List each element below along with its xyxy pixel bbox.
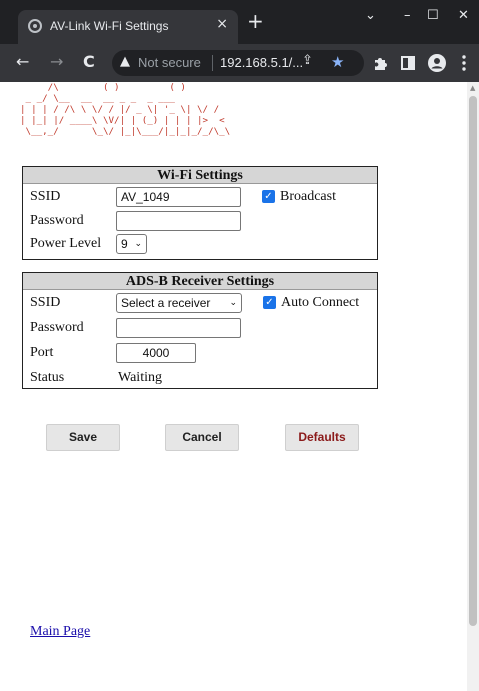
back-icon[interactable]: ← xyxy=(16,53,29,71)
browser-tab[interactable]: AV-Link Wi-Fi Settings × xyxy=(18,10,238,44)
power-level-label: Power Level xyxy=(30,236,102,251)
browser-toolbar: ← → C ▲ Not secure 192.168.5.1/... ⇪ ★ xyxy=(0,44,479,82)
browser-titlebar: AV-Link Wi-Fi Settings × + ⌄ – ☐ ✕ xyxy=(0,0,479,44)
adsb-password-row: Password xyxy=(23,317,377,339)
adsb-ssid-row: SSID Select a receiver ⌄ ✓ Auto Connect xyxy=(23,292,377,314)
wifi-settings-panel: Wi-Fi Settings SSID AV_1049 ✓ Broadcast … xyxy=(22,166,378,260)
av-link-ascii-logo: /\ ( ) ( ) _ _/ \__ __ __ _ _ _ ___ | | … xyxy=(20,82,231,137)
reload-icon[interactable]: C xyxy=(83,53,95,71)
wifi-password-input[interactable] xyxy=(116,211,241,231)
page-scrollbar[interactable]: ▲ xyxy=(467,82,479,691)
scrollbar-thumb[interactable] xyxy=(469,96,477,626)
wifi-ssid-input[interactable]: AV_1049 xyxy=(116,187,241,207)
wifi-ssid-row: SSID AV_1049 ✓ Broadcast xyxy=(23,186,377,208)
warning-icon[interactable]: ▲ xyxy=(120,54,130,69)
auto-connect-checkbox[interactable]: ✓ xyxy=(263,296,276,309)
adsb-settings-header: ADS-B Receiver Settings xyxy=(23,273,377,290)
wifi-ssid-label: SSID xyxy=(30,189,61,204)
tab-title: AV-Link Wi-Fi Settings xyxy=(50,19,169,33)
chevron-down-icon: ⌄ xyxy=(229,298,237,308)
address-divider xyxy=(212,55,213,71)
not-secure-label[interactable]: Not secure xyxy=(138,55,201,70)
adsb-password-label: Password xyxy=(30,320,84,335)
defaults-button[interactable]: Defaults xyxy=(285,424,359,451)
auto-connect-label: Auto Connect xyxy=(281,295,360,310)
wifi-password-label: Password xyxy=(30,213,84,228)
receiver-select[interactable]: Select a receiver ⌄ xyxy=(116,293,242,313)
power-level-row: Power Level 9 ⌄ xyxy=(23,233,377,255)
adsb-password-input[interactable] xyxy=(116,318,241,338)
sidepanel-icon[interactable] xyxy=(401,56,415,70)
save-button[interactable]: Save xyxy=(46,424,120,451)
new-tab-icon[interactable]: + xyxy=(247,11,264,31)
status-value: Waiting xyxy=(118,370,162,385)
power-level-value: 9 xyxy=(121,237,128,251)
port-row: Port 4000 xyxy=(23,342,377,364)
cancel-button[interactable]: Cancel xyxy=(165,424,239,451)
power-level-select[interactable]: 9 ⌄ xyxy=(116,234,147,254)
status-row: Status Waiting xyxy=(23,367,377,389)
tab-search-icon[interactable]: ⌄ xyxy=(365,8,376,23)
menu-icon[interactable] xyxy=(462,55,466,71)
status-label: Status xyxy=(30,370,65,385)
maximize-icon[interactable]: ☐ xyxy=(427,8,439,23)
forward-icon[interactable]: → xyxy=(50,53,63,71)
port-input[interactable]: 4000 xyxy=(116,343,196,363)
profile-icon[interactable] xyxy=(428,54,446,72)
adsb-ssid-label: SSID xyxy=(30,295,61,310)
window-close-icon[interactable]: ✕ xyxy=(458,8,469,23)
broadcast-checkbox[interactable]: ✓ xyxy=(262,190,275,203)
globe-icon xyxy=(28,19,42,33)
url-text[interactable]: 192.168.5.1/... xyxy=(220,55,303,70)
address-bar[interactable]: ▲ Not secure 192.168.5.1/... ⇪ ★ xyxy=(112,50,364,76)
adsb-settings-panel: ADS-B Receiver Settings SSID Select a re… xyxy=(22,272,378,389)
chevron-down-icon: ⌄ xyxy=(134,239,142,249)
extensions-icon[interactable] xyxy=(373,56,387,70)
wifi-password-row: Password xyxy=(23,210,377,232)
minimize-icon[interactable]: – xyxy=(404,8,411,23)
tab-close-icon[interactable]: × xyxy=(216,16,228,32)
port-label: Port xyxy=(30,345,54,360)
main-page-link[interactable]: Main Page xyxy=(30,624,90,640)
wifi-settings-header: Wi-Fi Settings xyxy=(23,167,377,184)
receiver-select-value: Select a receiver xyxy=(121,296,211,310)
scroll-up-icon[interactable]: ▲ xyxy=(470,84,475,92)
share-icon[interactable]: ⇪ xyxy=(302,53,313,68)
star-icon[interactable]: ★ xyxy=(331,53,344,71)
broadcast-label: Broadcast xyxy=(280,189,336,204)
